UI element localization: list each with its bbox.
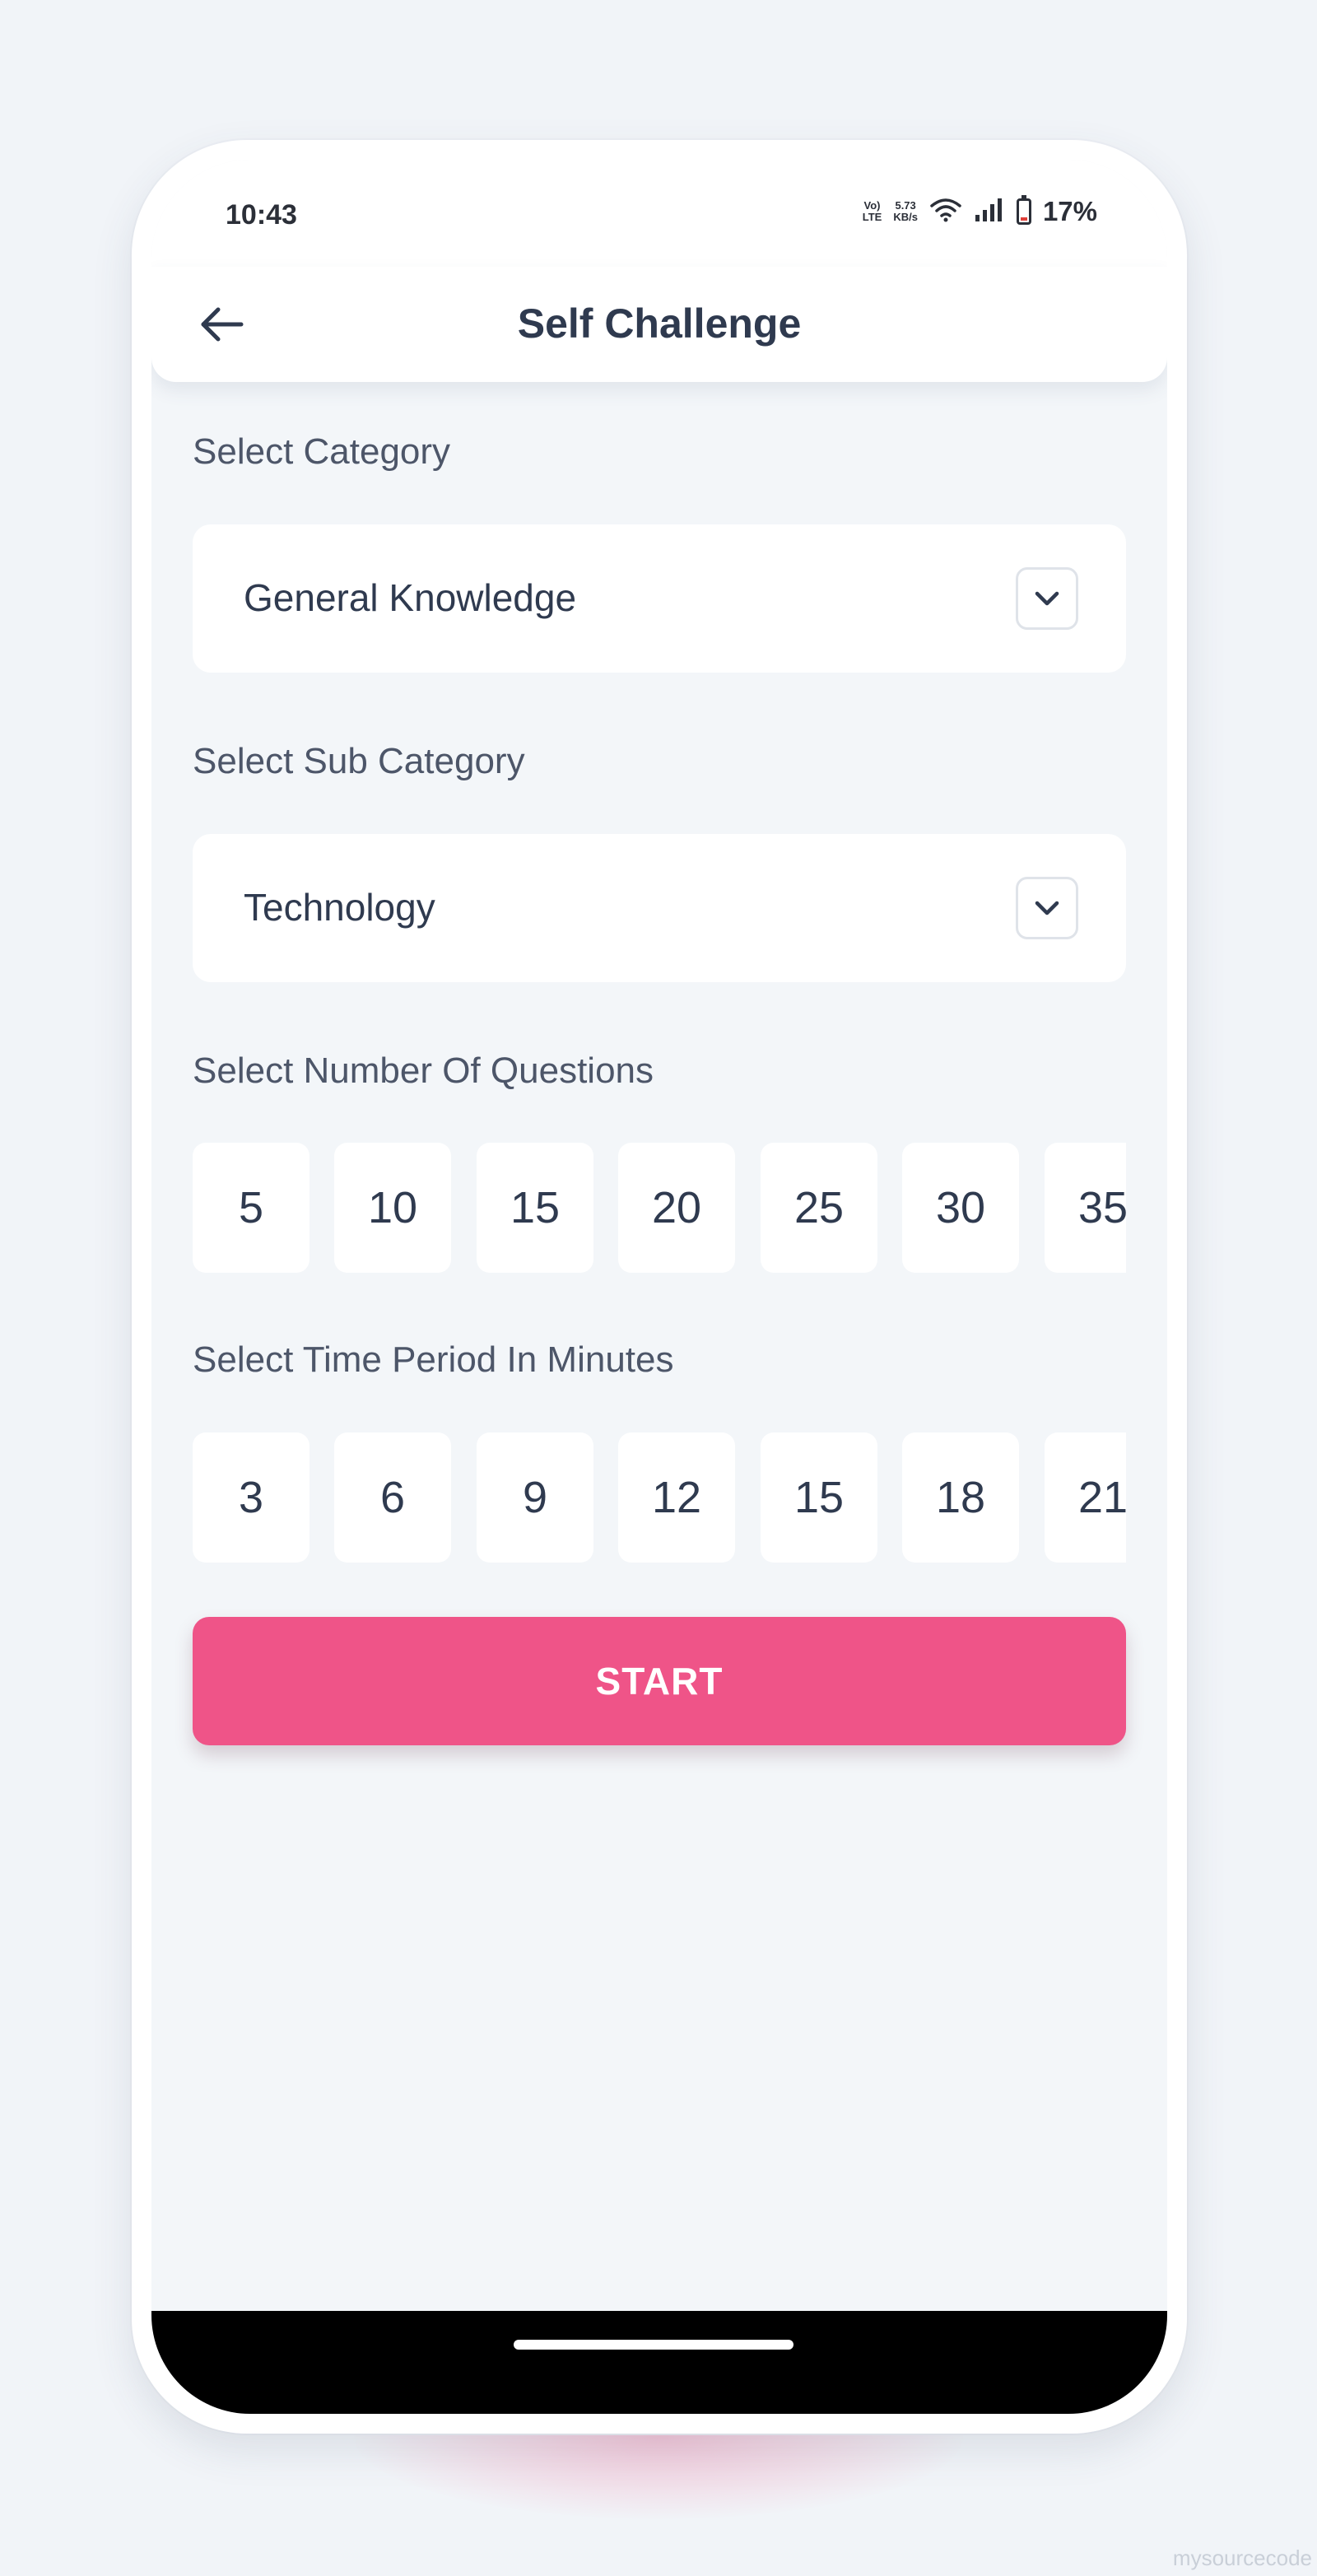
watermark: mysourcecode [1172, 2546, 1312, 2570]
category-value: General Knowledge [244, 576, 577, 619]
battery-icon [1016, 195, 1031, 225]
question-option[interactable]: 25 [761, 1143, 877, 1273]
question-option[interactable]: 5 [193, 1143, 309, 1273]
questions-label: Select Number Of Questions [193, 1050, 654, 1091]
time-option[interactable]: 21 [1045, 1432, 1126, 1563]
question-option[interactable]: 15 [477, 1143, 593, 1273]
questions-options: 5 10 15 20 25 30 35 [193, 1143, 1126, 1274]
network-speed-unit: KB/s [893, 211, 918, 223]
app-header: Self Challenge [151, 267, 1167, 382]
question-option[interactable]: 20 [618, 1143, 735, 1273]
sub-category-value: Technology [244, 886, 435, 929]
app-screen: 10:43 Vo) LTE 5.73 KB/s 17% Self Challen… [151, 160, 1167, 2414]
category-label: Select Category [193, 431, 451, 472]
status-icons: Vo) LTE 5.73 KB/s 17% [863, 195, 1097, 227]
question-option[interactable]: 30 [902, 1143, 1019, 1273]
battery-level [1020, 217, 1027, 221]
sub-category-label: Select Sub Category [193, 741, 525, 781]
chevron-down-icon [1016, 567, 1078, 630]
time-period-options: 3 6 9 12 15 18 21 [193, 1432, 1126, 1564]
time-option[interactable]: 9 [477, 1432, 593, 1563]
phone-frame: 10:43 Vo) LTE 5.73 KB/s 17% Self Challen… [132, 140, 1187, 2434]
network-speed-value: 5.73 [895, 199, 916, 212]
page-title: Self Challenge [517, 300, 802, 347]
signal-icon [974, 197, 1005, 227]
network-speed: 5.73 KB/s [893, 200, 918, 223]
network-type: Vo) LTE [863, 200, 882, 223]
category-dropdown[interactable]: General Knowledge [193, 524, 1126, 673]
network-type-bottom: LTE [862, 211, 882, 223]
sub-category-dropdown[interactable]: Technology [193, 834, 1126, 982]
time-option[interactable]: 3 [193, 1432, 309, 1563]
wifi-icon [929, 197, 962, 227]
time-option[interactable]: 18 [902, 1432, 1019, 1563]
question-option[interactable]: 35 [1045, 1143, 1126, 1273]
battery-percent: 17% [1042, 196, 1097, 226]
chevron-down-icon [1016, 877, 1078, 939]
network-type-top: Vo) [863, 199, 881, 212]
time-option[interactable]: 6 [334, 1432, 451, 1563]
time-period-label: Select Time Period In Minutes [193, 1339, 674, 1380]
status-time: 10:43 [226, 199, 297, 231]
status-bar: 10:43 Vo) LTE 5.73 KB/s 17% [151, 160, 1167, 267]
question-option[interactable]: 10 [334, 1143, 451, 1273]
time-option[interactable]: 15 [761, 1432, 877, 1563]
system-nav-bar [151, 2311, 1167, 2414]
time-option[interactable]: 12 [618, 1432, 735, 1563]
home-indicator[interactable] [514, 2340, 793, 2350]
start-button[interactable]: START [193, 1617, 1126, 1745]
